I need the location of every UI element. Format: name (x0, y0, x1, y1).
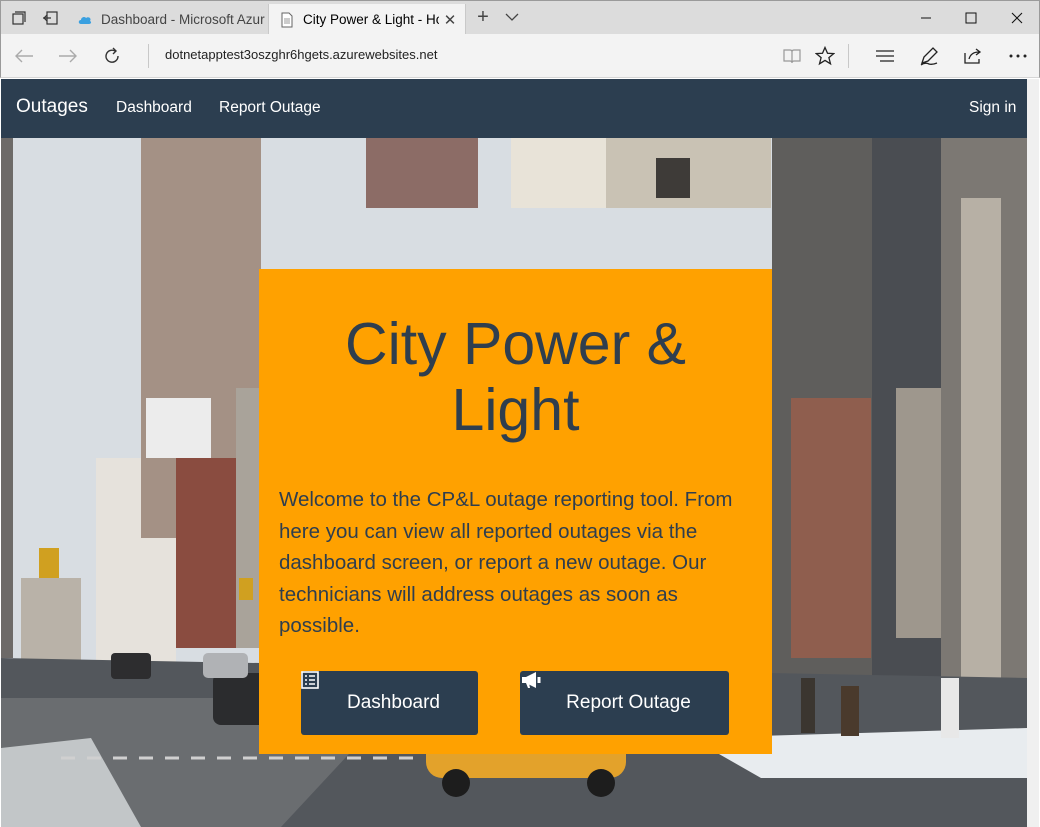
nav-link-dashboard[interactable]: Dashboard (116, 99, 192, 117)
url-field[interactable]: dotnetapptest3oszghr6hgets.azurewebsites… (165, 47, 437, 62)
tab-label: City Power & Light - Ho (303, 12, 439, 27)
welcome-panel: City Power & Light Welcome to the CP&L o… (259, 269, 772, 754)
web-page: Outages Dashboard Report Outage Sign in (1, 79, 1027, 827)
browser-address-bar: dotnetapptest3oszghr6hgets.azurewebsites… (0, 34, 1040, 78)
browser-titlebar: Dashboard - Microsoft Azur City Power & … (0, 0, 1040, 35)
back-arrow-icon[interactable] (13, 45, 35, 67)
azure-cloud-icon (78, 16, 92, 24)
chevron-down-icon[interactable] (504, 9, 524, 27)
hero-title-line1: City Power & (345, 311, 686, 377)
share-icon[interactable] (962, 45, 984, 67)
web-note-pen-icon[interactable] (918, 45, 940, 67)
maximize-icon[interactable] (948, 1, 994, 35)
sign-in-link[interactable]: Sign in (969, 99, 1016, 117)
brand-link[interactable]: Outages (16, 96, 88, 118)
refresh-icon[interactable] (101, 45, 123, 67)
welcome-text: Welcome to the CP&L outage reporting too… (279, 488, 733, 637)
report-outage-button-label: Report Outage (566, 692, 691, 713)
tab-city-power[interactable]: City Power & Light - Ho ✕ (268, 4, 466, 35)
new-tab-icon[interactable]: + (473, 7, 493, 29)
favorite-star-icon[interactable] (814, 45, 836, 67)
site-navbar: Outages Dashboard Report Outage Sign in (1, 79, 1027, 138)
tab-dashboard[interactable]: Dashboard - Microsoft Azur (67, 4, 267, 35)
hero-title-line2: Light (451, 377, 580, 443)
tab-label: Dashboard - Microsoft Azur (101, 12, 265, 27)
forward-arrow-icon[interactable] (57, 45, 79, 67)
hub-menu-icon[interactable] (874, 45, 896, 67)
page-scrollbar[interactable] (1027, 79, 1039, 827)
set-tabs-aside-icon[interactable] (39, 7, 61, 29)
reading-view-icon[interactable] (781, 45, 803, 67)
page-icon (281, 12, 293, 27)
hero-title: City Power & Light (259, 311, 772, 443)
tab-actions-icon[interactable] (8, 7, 30, 29)
dashboard-button-label: Dashboard (347, 692, 440, 713)
more-options-icon[interactable] (1007, 45, 1029, 67)
hero-background-city-street: City Power & Light Welcome to the CP&L o… (1, 138, 1027, 827)
minimize-icon[interactable] (903, 1, 949, 35)
nav-link-report-outage[interactable]: Report Outage (219, 99, 321, 117)
close-tab-icon[interactable]: ✕ (439, 11, 461, 29)
dashboard-button[interactable]: Dashboard (301, 671, 478, 735)
report-outage-button[interactable]: Report Outage (520, 671, 729, 735)
divider (848, 44, 849, 68)
divider (148, 44, 149, 68)
close-window-icon[interactable] (994, 1, 1040, 35)
